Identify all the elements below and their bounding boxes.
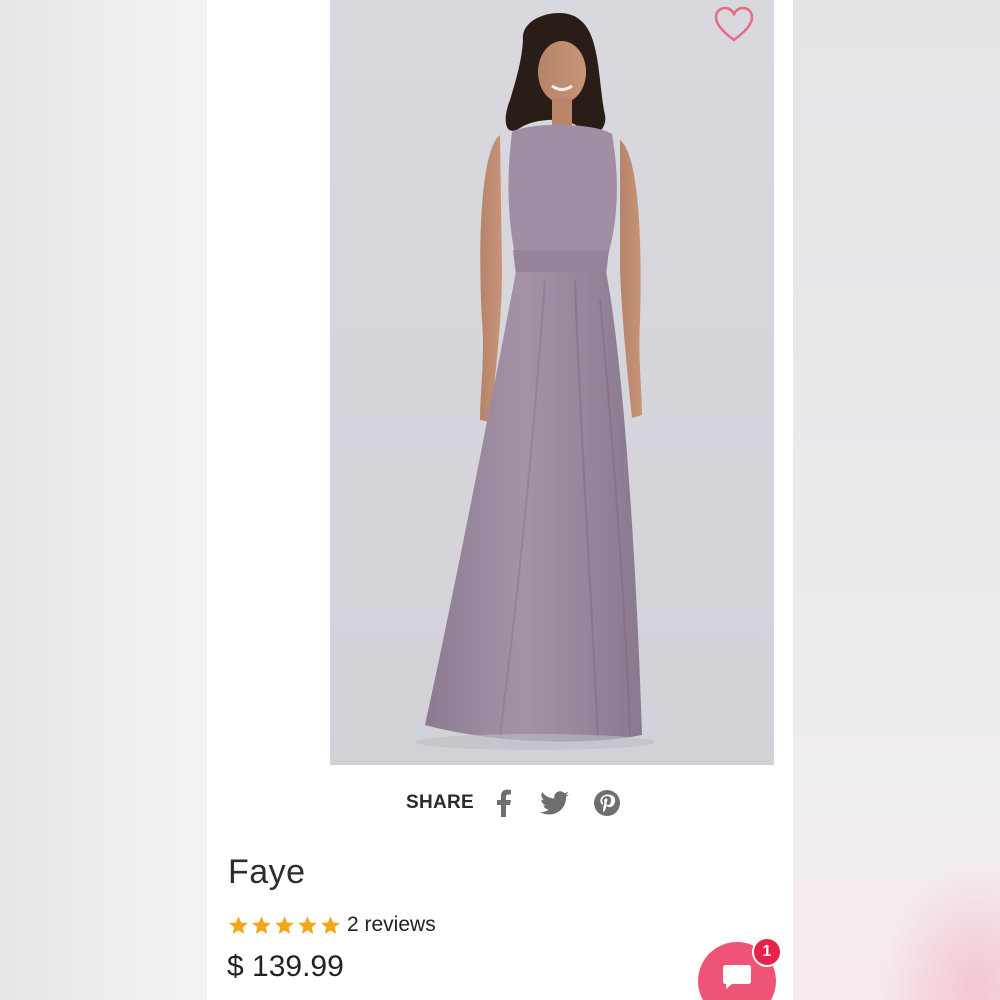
share-label: SHARE xyxy=(405,792,474,813)
blurred-backdrop-left xyxy=(0,0,207,1000)
dress-model-illustration xyxy=(415,12,655,750)
star-icon xyxy=(321,915,340,934)
product-page: SHARE Faye 2 reviews $ 139.99 1 xyxy=(207,0,793,1000)
star-rating xyxy=(228,915,341,936)
share-row: SHARE xyxy=(207,786,793,820)
star-icon xyxy=(275,915,294,934)
facebook-icon[interactable] xyxy=(488,788,518,818)
pinterest-icon[interactable] xyxy=(592,788,622,818)
star-icon xyxy=(252,915,271,934)
reviews-link[interactable]: 2 reviews xyxy=(347,913,436,937)
blurred-backdrop-right xyxy=(793,0,1000,1000)
rating-row: 2 reviews xyxy=(228,913,436,937)
product-price: $ 139.99 xyxy=(227,950,344,983)
product-title: Faye xyxy=(228,853,306,891)
chat-bubble-icon xyxy=(723,965,751,989)
chat-unread-badge: 1 xyxy=(752,937,782,967)
star-icon xyxy=(298,915,317,934)
star-icon xyxy=(229,915,248,934)
product-image[interactable] xyxy=(330,0,774,765)
twitter-icon[interactable] xyxy=(540,788,570,818)
heart-outline-icon[interactable] xyxy=(714,6,754,44)
